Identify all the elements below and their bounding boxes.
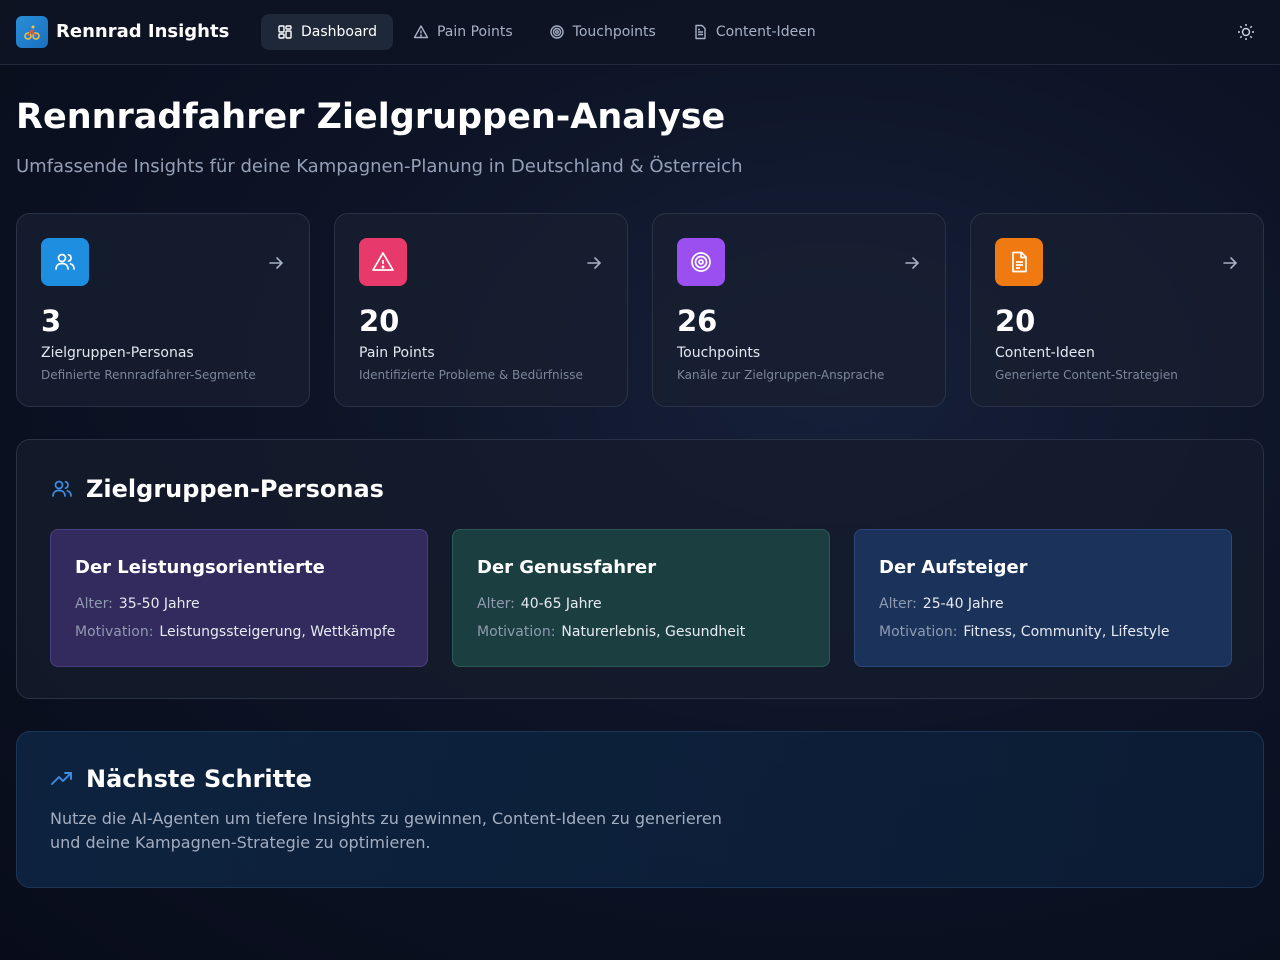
users-icon [52,480,72,497]
persona-motivation: Motivation: Leistungssteigerung, Wettkämp… [75,623,395,641]
nav-content-ideen[interactable]: Content-Ideen [676,14,832,50]
nav-pain-points[interactable]: Pain Points [397,14,529,50]
stat-description: Identifizierte Probleme & Bedürfnisse [359,368,583,382]
motivation-value: Naturerlebnis, Gesundheit [561,624,746,640]
page-title: Rennradfahrer Zielgruppen-Analyse [16,97,726,137]
stat-icon-box [359,238,407,286]
page-subtitle: Umfassende Insights für deine Kampagnen-… [16,156,743,177]
age-label: Alter: [879,596,917,612]
age-label: Alter: [477,596,515,612]
target-icon [691,252,711,272]
arrow-right-icon [269,257,284,269]
persona-age: Alter: 40-65 Jahre [477,595,602,613]
arrow-right-icon [1223,257,1238,269]
nav-content-ideen-label: Content-Ideen [715,24,816,40]
trending-up-icon [51,772,72,785]
stat-label: Touchpoints [677,345,761,361]
stat-label: Content-Ideen [995,345,1095,361]
age-label: Alter: [75,596,113,612]
stat-card-pain-points[interactable]: 20 Pain Points Identifizierte Probleme &… [334,213,628,407]
top-navigation-bar: Rennrad Insights Dashboard Pain Points T… [0,0,1280,65]
stat-description: Kanäle zur Zielgruppen-Ansprache [677,368,885,382]
stat-value: 26 [677,304,718,338]
stats-grid: 3 Zielgruppen-Personas Definierte Rennra… [16,213,1264,407]
personas-section: Zielgruppen-Personas Der Leistungsorient… [16,439,1264,699]
sun-icon [1238,24,1254,40]
personas-header: Zielgruppen-Personas [50,474,384,504]
persona-motivation: Motivation: Naturerlebnis, Gesundheit [477,623,745,641]
motivation-label: Motivation: [75,624,154,640]
age-value: 25-40 Jahre [922,596,1004,612]
stat-card-personas[interactable]: 3 Zielgruppen-Personas Definierte Rennra… [16,213,310,407]
persona-name: Der Leistungsorientierte [75,557,325,578]
stat-description: Generierte Content-Strategien [995,368,1178,382]
persona-age: Alter: 35-50 Jahre [75,595,200,613]
next-steps-text: Nutze die AI-Agenten um tiefere Insights… [50,809,722,852]
nav-touchpoints-label: Touchpoints [572,24,656,40]
next-steps-section: Nächste Schritte Nutze die AI-Agenten um… [16,731,1264,888]
nav-dashboard-label: Dashboard [301,24,377,40]
stat-value: 20 [359,304,400,338]
persona-card-leistungsorientierte[interactable]: Der Leistungsorientierte Alter: 35-50 Jah… [50,529,428,667]
persona-motivation: Motivation: Fitness, Community, Lifestyle [879,623,1170,641]
motivation-label: Motivation: [879,624,958,640]
logo[interactable] [16,16,48,48]
stat-label: Pain Points [359,345,435,361]
stat-icon-box [41,238,89,286]
users-icon [55,253,75,270]
stat-card-touchpoints[interactable]: 26 Touchpoints Kanäle zur Zielgruppen-An… [652,213,946,407]
warning-icon [372,252,394,271]
main-nav: Dashboard Pain Points Touchpoints Conten… [261,14,836,50]
persona-list: Der Leistungsorientierte Alter: 35-50 Jah… [50,529,1232,667]
nav-touchpoints[interactable]: Touchpoints [533,14,672,50]
brand-name[interactable]: Rennrad Insights [56,20,229,44]
stat-description: Definierte Rennradfahrer-Segmente [41,368,256,382]
next-steps-title: Nächste Schritte [86,765,312,793]
persona-name: Der Aufsteiger [879,557,1028,578]
nav-pain-points-label: Pain Points [436,24,513,40]
document-icon [695,24,706,40]
motivation-value: Fitness, Community, Lifestyle [963,624,1170,640]
next-steps-header: Nächste Schritte [50,764,312,794]
grid-icon [278,25,292,39]
stat-value: 20 [995,304,1036,338]
personas-title: Zielgruppen-Personas [86,475,384,503]
arrow-right-icon [905,257,920,269]
motivation-label: Motivation: [477,624,556,640]
warning-icon [413,25,429,39]
arrow-right-icon [587,257,602,269]
stat-card-content-ideen[interactable]: 20 Content-Ideen Generierte Content-Stra… [970,213,1264,407]
persona-name: Der Genussfahrer [477,557,657,578]
cyclist-icon [24,25,40,40]
age-value: 35-50 Jahre [118,596,200,612]
document-icon [1012,251,1027,273]
motivation-value: Leistungssteigerung, Wettkämpfe [159,624,396,640]
persona-card-aufsteiger[interactable]: Der Aufsteiger Alter: 25-40 Jahre Motivat… [854,529,1232,667]
stat-icon-box [995,238,1043,286]
persona-age: Alter: 25-40 Jahre [879,595,1004,613]
target-icon [549,25,564,39]
stat-value: 3 [41,304,62,338]
stat-icon-box [677,238,725,286]
age-value: 40-65 Jahre [520,596,602,612]
persona-card-genussfahrer[interactable]: Der Genussfahrer Alter: 40-65 Jahre Motiv… [452,529,830,667]
stat-label: Zielgruppen-Personas [41,345,194,361]
nav-dashboard[interactable]: Dashboard [261,14,393,50]
theme-toggle-button[interactable] [1230,16,1262,48]
